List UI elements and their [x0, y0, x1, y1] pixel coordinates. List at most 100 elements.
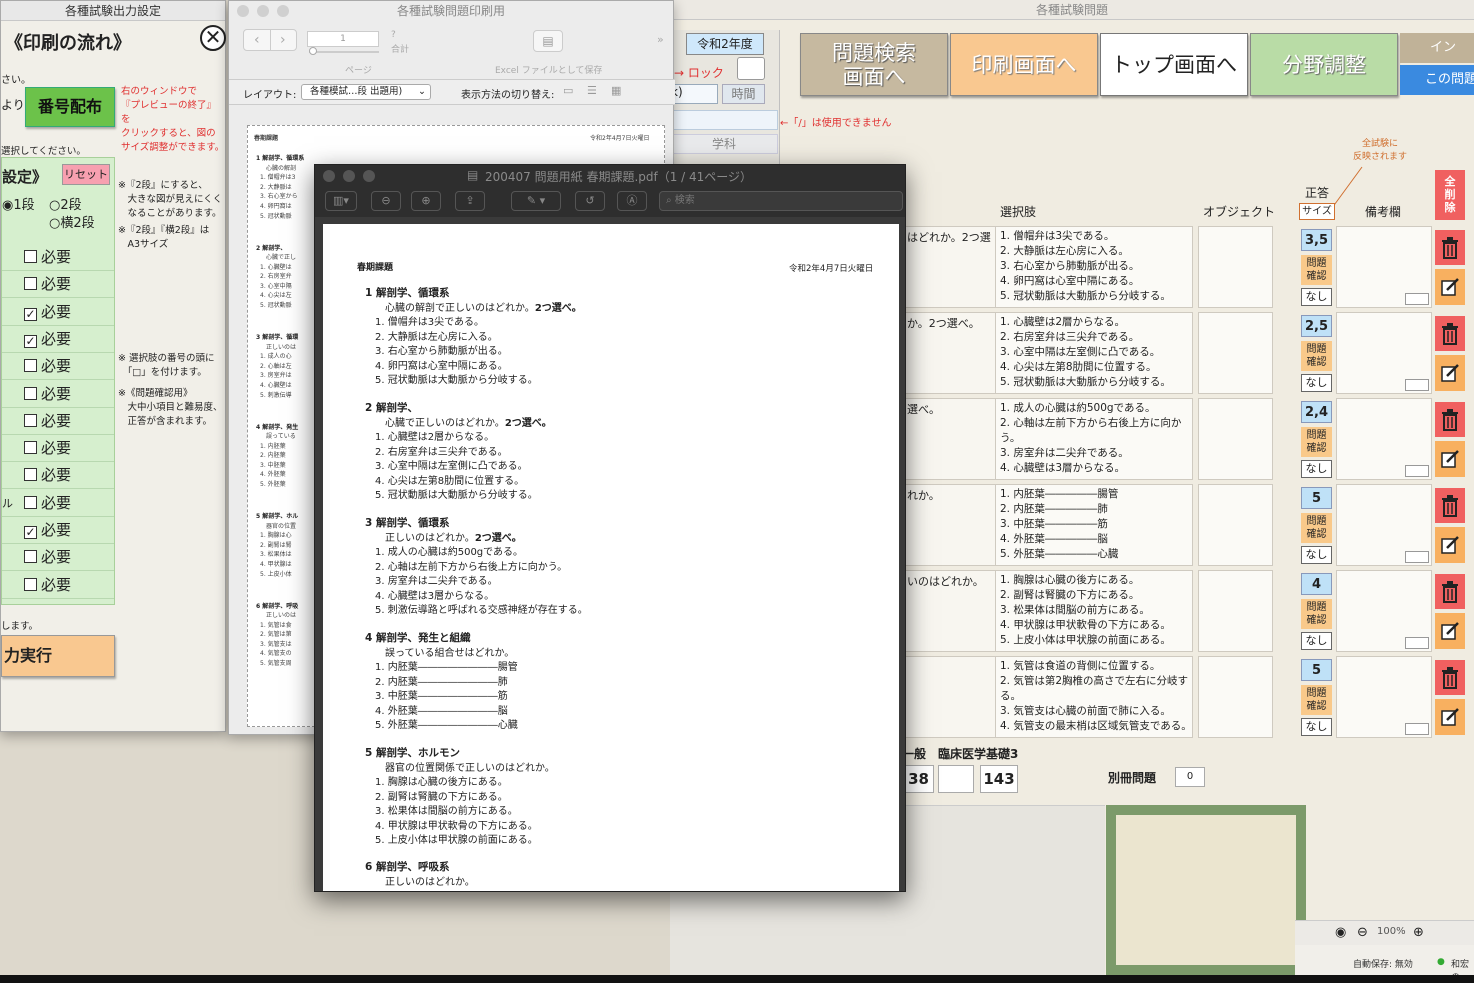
choices-cell[interactable]: 1. 胸腺は心臓の後方にある。 2. 副腎は腎臓の下方にある。 3. 松果体は間脳の… — [995, 570, 1193, 652]
need-checkbox-row[interactable]: ル 必要 — [2, 490, 114, 517]
answer-field[interactable]: 2,5 — [1301, 315, 1332, 337]
choices-cell[interactable]: 1. 成人の心臓は約500gである。 2. 心軸は左前下方から右後上方に向か う。 3… — [995, 398, 1193, 480]
checkbox-empty-icon[interactable] — [24, 495, 37, 509]
remarks-small-field[interactable] — [1405, 465, 1429, 477]
edit-icon[interactable] — [1435, 441, 1465, 477]
count-field-3[interactable]: 143 — [980, 765, 1018, 793]
remarks-small-field[interactable] — [1405, 723, 1429, 735]
radio-3-option[interactable]: ○横2段 — [49, 212, 95, 231]
need-checkbox-row[interactable]: 必要 — [2, 381, 114, 408]
size-none-button[interactable]: なし — [1301, 460, 1332, 478]
partial-top-button[interactable]: イン — [1400, 33, 1474, 63]
checkbox-empty-icon[interactable] — [24, 413, 37, 427]
size-button[interactable]: サイズ — [1299, 203, 1335, 220]
trash-icon[interactable] — [1435, 574, 1465, 609]
remarks-cell[interactable] — [1336, 226, 1432, 308]
question-confirm-button[interactable]: 問題 確認 — [1301, 599, 1332, 629]
answer-field[interactable]: 5 — [1301, 659, 1332, 681]
slider-thumb[interactable] — [309, 47, 317, 55]
answer-field[interactable]: 5 — [1301, 487, 1332, 509]
zoom-out-icon[interactable]: ⊖ — [1357, 925, 1368, 940]
checkbox-empty-icon[interactable] — [24, 277, 37, 291]
prev-page-icon[interactable]: ‹ — [254, 30, 260, 50]
object-cell[interactable] — [1198, 656, 1273, 738]
question-cell[interactable]: れか。 — [903, 484, 997, 566]
layout-select[interactable]: 各種模試…段 出題用) ⌄ — [301, 84, 431, 100]
field-adjust-button[interactable]: 分野調整 — [1250, 33, 1398, 96]
question-confirm-button[interactable]: 問題 確認 — [1301, 255, 1332, 285]
extra-field[interactable]: 0 — [1175, 767, 1205, 787]
sidebar-toggle-icon[interactable]: ▥▾ — [325, 191, 357, 211]
radio-2-option[interactable]: ○2段 — [49, 194, 82, 213]
size-none-button[interactable]: なし — [1301, 546, 1332, 564]
need-checkbox-row[interactable]: 必要 — [2, 544, 114, 572]
choices-cell[interactable]: 1. 内胚葉―――――腸管 2. 内胚葉―――――肺 3. 中胚葉―――――筋 4. … — [995, 484, 1193, 566]
answer-field[interactable]: 3,5 — [1301, 229, 1332, 251]
checkbox-empty-icon[interactable] — [24, 250, 37, 263]
checkbox-checked-icon[interactable]: ✓ — [24, 334, 37, 348]
question-cell[interactable]: か。2つ選べ。 — [903, 312, 997, 394]
lock-field[interactable] — [737, 57, 765, 80]
close-icon[interactable]: ✕ — [200, 25, 226, 51]
remarks-cell[interactable] — [1336, 484, 1432, 566]
remarks-small-field[interactable] — [1405, 293, 1429, 305]
eye-icon[interactable]: ◉ — [1335, 925, 1346, 940]
remarks-cell[interactable] — [1336, 312, 1432, 394]
delete-all-button[interactable]: 全 削 除 — [1435, 170, 1465, 220]
view-list-icon[interactable]: ☰ — [587, 84, 597, 97]
view-table-icon[interactable]: ▦ — [611, 84, 621, 97]
page-input[interactable]: 1 — [307, 31, 379, 47]
need-checkbox-row[interactable]: 必要 — [2, 408, 114, 435]
execute-output-button[interactable]: 力実行 — [1, 635, 115, 677]
object-cell[interactable] — [1198, 570, 1273, 652]
search-screen-button[interactable]: 問題検索 画面へ — [800, 33, 948, 96]
object-cell[interactable] — [1198, 484, 1273, 566]
trash-icon[interactable] — [1435, 402, 1465, 437]
checkbox-empty-icon[interactable] — [24, 386, 37, 400]
this-question-button[interactable]: この問題 — [1400, 65, 1474, 95]
remarks-small-field[interactable] — [1405, 379, 1429, 391]
object-cell[interactable] — [1198, 312, 1273, 394]
remarks-small-field[interactable] — [1405, 551, 1429, 563]
pdf-search-field[interactable]: ⌕ 検索 — [659, 191, 903, 211]
need-checkbox-row[interactable]: ✓ 必要 — [2, 517, 114, 544]
need-checkbox-row[interactable]: 必要 — [2, 462, 114, 490]
need-checkbox-row[interactable]: 必要 — [2, 244, 114, 271]
remarks-cell[interactable] — [1336, 398, 1432, 480]
choices-cell[interactable]: 1. 気管は食道の背側に位置する。 2. 気管は第2胸椎の高さで左右に分岐す る。 3… — [995, 656, 1193, 738]
question-cell[interactable]: 選べ。 — [903, 398, 997, 480]
choices-cell[interactable]: 1. 心臓壁は2層からなる。 2. 右房室弁は三尖弁である。 3. 心室中隔は左室側… — [995, 312, 1193, 394]
edit-icon[interactable] — [1435, 527, 1465, 563]
question-confirm-button[interactable]: 問題 確認 — [1301, 341, 1332, 371]
question-cell[interactable] — [903, 656, 997, 738]
question-cell[interactable]: いのはどれか。 — [903, 570, 997, 652]
page-slider[interactable] — [309, 51, 379, 53]
zoom-in-icon[interactable]: ⊕ — [411, 191, 441, 211]
checkbox-empty-icon[interactable] — [24, 577, 37, 591]
size-none-button[interactable]: なし — [1301, 632, 1332, 650]
trash-icon[interactable] — [1435, 488, 1465, 523]
need-checkbox-row[interactable]: ✓ 必要 — [2, 326, 114, 353]
time-button[interactable]: 時間 — [722, 84, 765, 104]
question-confirm-button[interactable]: 問題 確認 — [1301, 427, 1332, 457]
zoom-dot-icon[interactable] — [277, 5, 289, 17]
edit-icon[interactable] — [1435, 355, 1465, 391]
size-none-button[interactable]: なし — [1301, 718, 1332, 736]
trash-icon[interactable] — [1435, 230, 1465, 265]
trash-icon[interactable] — [1435, 316, 1465, 351]
remarks-cell[interactable] — [1336, 570, 1432, 652]
share-icon[interactable]: ⇪ — [455, 191, 485, 211]
size-none-button[interactable]: なし — [1301, 374, 1332, 392]
edit-icon[interactable] — [1435, 269, 1465, 305]
reset-button[interactable]: リセット — [62, 164, 110, 185]
checkbox-empty-icon[interactable] — [24, 468, 37, 482]
checkbox-empty-icon[interactable] — [24, 550, 37, 564]
object-cell[interactable] — [1198, 398, 1273, 480]
annotate-icon[interactable]: Ⓐ — [617, 191, 647, 211]
question-cell[interactable]: はどれか。2つ選 — [903, 226, 997, 308]
zoom-dot-icon[interactable] — [363, 170, 375, 182]
radio-1-option[interactable]: ◉1段 — [2, 194, 35, 213]
object-cell[interactable] — [1198, 226, 1273, 308]
assign-number-button[interactable]: 番号配布 — [25, 87, 115, 127]
more-icon[interactable]: » — [657, 33, 664, 46]
